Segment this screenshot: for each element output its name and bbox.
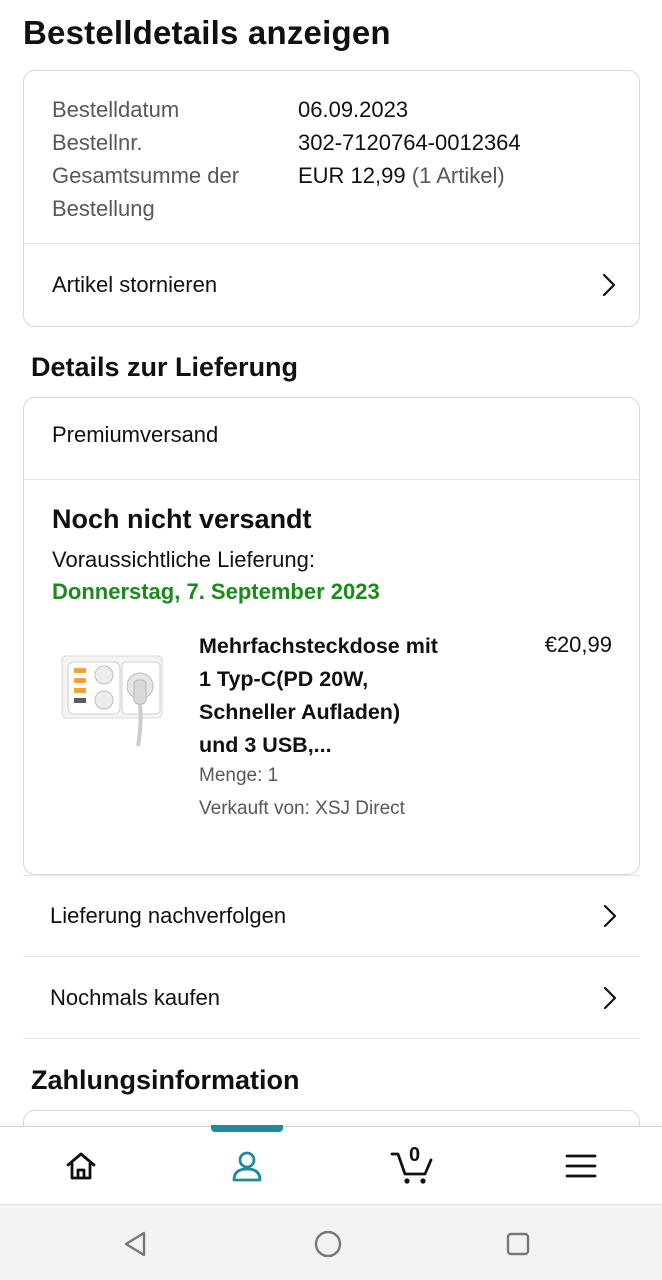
cancel-items-button[interactable]: Artikel stornieren [24, 244, 639, 326]
order-date-label: Bestelldatum [52, 97, 180, 122]
order-total-value: EUR 12,99 (1 Artikel) [298, 159, 505, 225]
order-date-value: 06.09.2023 [298, 97, 409, 122]
chevron-right-icon [602, 273, 616, 297]
bottom-nav-bar: 0 [0, 1125, 662, 1205]
nav-menu-button[interactable] [540, 1127, 622, 1205]
product-image[interactable] [60, 650, 166, 750]
product-title-line2: 1 Typ-C(PD 20W, [199, 667, 369, 691]
recents-icon [506, 1232, 530, 1256]
shipping-type: Premiumversand [52, 422, 219, 447]
delivery-section-title: Details zur Lieferung [31, 352, 299, 382]
product-title-line4: und 3 USB,... [199, 733, 332, 757]
buy-again-label: Nochmals kaufen [50, 984, 220, 1010]
home-icon [66, 1152, 96, 1180]
delivery-card: Premiumversand Noch nicht versandt Vorau… [23, 397, 640, 875]
product-seller: Verkauft von: XSJ Direct [199, 798, 405, 819]
order-date-row: Bestelldatum 06.09.2023 [52, 93, 612, 126]
cancel-items-label: Artikel stornieren [52, 272, 218, 297]
track-delivery-button[interactable]: Lieferung nachverfolgen [23, 875, 640, 957]
order-summary-card: Bestelldatum 06.09.2023 Bestellnr. 302-7… [23, 70, 640, 327]
page-title: Bestelldetails anzeigen [23, 14, 391, 51]
shipment-status: Noch nicht versandt [52, 504, 312, 534]
order-total-label-line2: Bestellung [52, 196, 155, 221]
product-price: €20,99 [544, 632, 612, 657]
back-icon [124, 1231, 146, 1257]
nav-home-button[interactable] [40, 1127, 122, 1205]
home-circle-icon [314, 1230, 342, 1258]
product-title[interactable]: Mehrfachsteckdose mit 1 Typ-C(PD 20W, Sc… [199, 630, 484, 762]
eta-label: Voraussichtliche Lieferung: [52, 547, 315, 572]
order-number-row: Bestellnr. 302-7120764-0012364 [52, 126, 612, 159]
order-summary-grid: Bestelldatum 06.09.2023 Bestellnr. 302-7… [52, 93, 612, 225]
order-total-label: Gesamtsumme der Bestellung [52, 159, 298, 225]
order-total-amount: EUR 12,99 [298, 163, 406, 188]
card-divider [24, 479, 639, 480]
system-nav-bar [0, 1204, 662, 1280]
profile-icon [232, 1151, 262, 1182]
nav-profile-button[interactable] [206, 1127, 288, 1205]
cart-count-badge: 0 [409, 1144, 421, 1166]
payment-section-title: Zahlungsinformation [31, 1065, 300, 1095]
track-delivery-label: Lieferung nachverfolgen [50, 903, 287, 928]
buy-again-button[interactable]: Nochmals kaufen [23, 957, 640, 1039]
product-title-line1: Mehrfachsteckdose mit [199, 634, 438, 658]
order-total-items: (1 Artikel) [411, 163, 505, 188]
nav-cart-button[interactable]: 0 [372, 1127, 454, 1205]
order-number-value: 302-7120764-0012364 [298, 130, 521, 155]
eta-date: Donnerstag, 7. September 2023 [52, 579, 380, 604]
system-home-button[interactable] [311, 1227, 345, 1261]
order-number-label: Bestellnr. [52, 130, 143, 155]
system-recents-button[interactable] [501, 1227, 535, 1261]
order-total-label-line1: Gesamtsumme der [52, 163, 240, 188]
system-back-button[interactable] [118, 1227, 152, 1261]
menu-icon [565, 1154, 597, 1178]
product-title-line3: Schneller Aufladen) [199, 700, 401, 724]
product-quantity: Menge: 1 [199, 765, 279, 786]
order-total-row: Gesamtsumme der Bestellung EUR 12,99 (1 … [52, 159, 612, 225]
chevron-right-icon [603, 986, 617, 1009]
chevron-right-icon [603, 904, 617, 928]
